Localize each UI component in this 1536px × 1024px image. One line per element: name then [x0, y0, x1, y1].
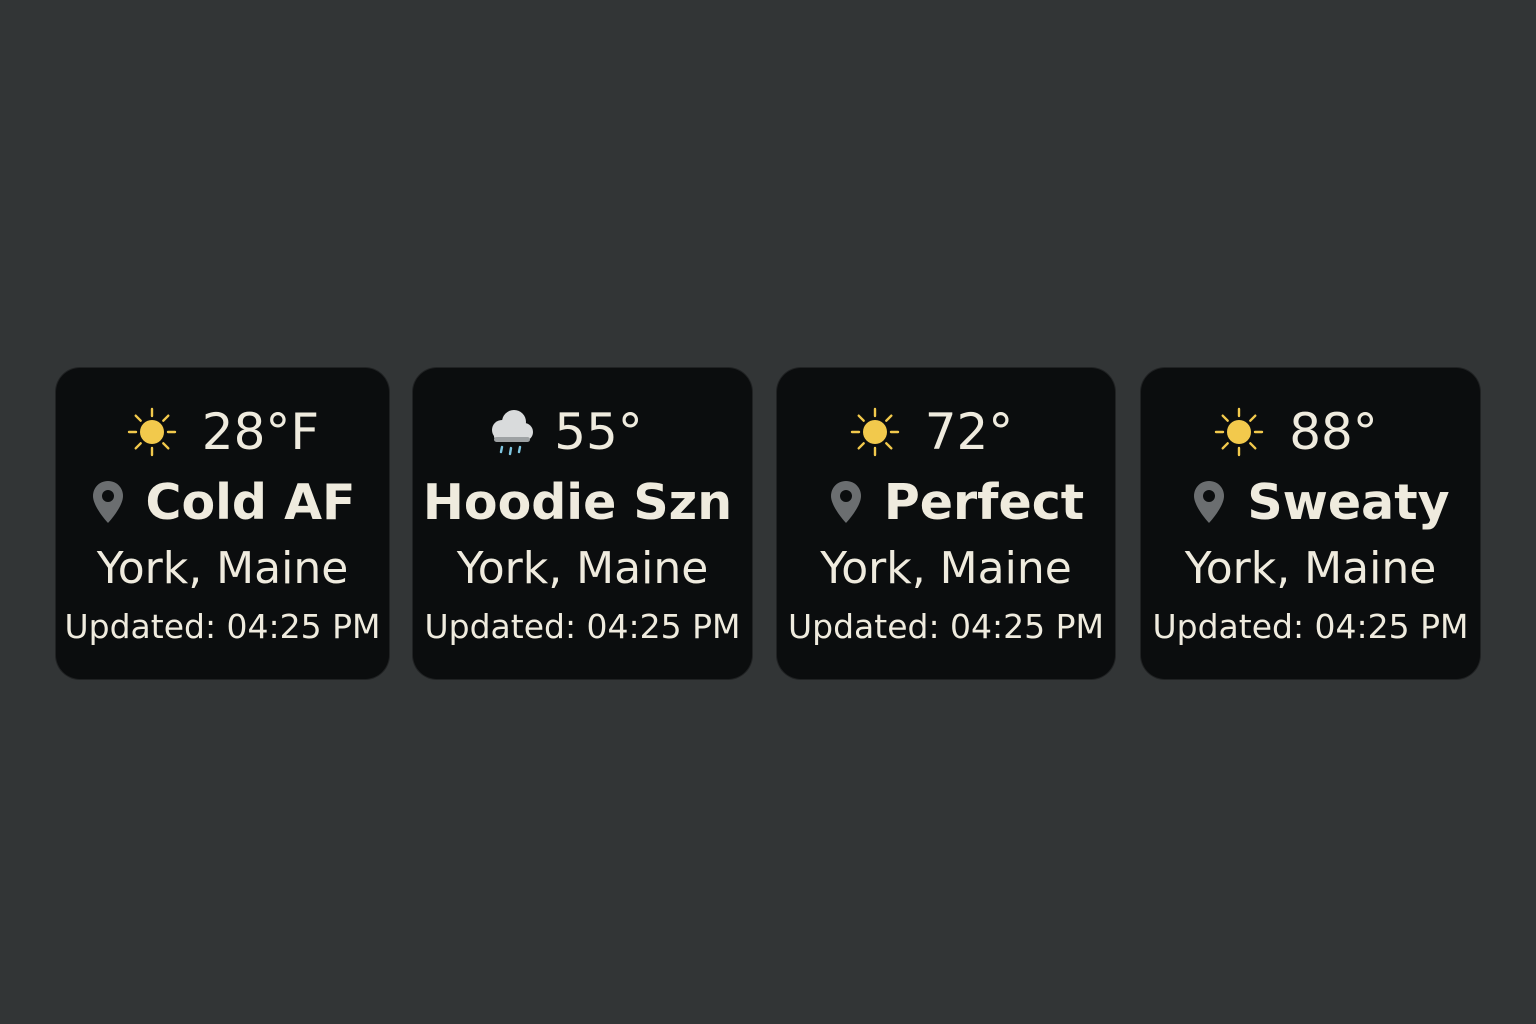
city-label: York, Maine — [820, 542, 1072, 594]
mood-row: Sweaty — [1141, 473, 1480, 531]
mood-row: Hoodie Szn — [413, 473, 752, 531]
updated-timestamp: Updated: 04:25 PM — [424, 606, 741, 646]
weather-widget-sweaty[interactable]: 88° Sweaty York, Maine Updated: 04:25 PM — [1141, 368, 1480, 679]
mood-label: Hoodie Szn — [422, 473, 733, 531]
weather-widget-perfect[interactable]: 72° Perfect York, Maine Updated: 04:25 P… — [777, 368, 1115, 679]
weather-widget-cold[interactable]: 28°F Cold AF York, Maine Updated: 04:25 … — [56, 368, 389, 679]
temperature-row: 72° — [777, 403, 1115, 461]
location-pin-icon — [90, 479, 126, 525]
mood-row: Cold AF — [56, 473, 389, 531]
location-pin-icon — [828, 479, 864, 525]
rain-cloud-icon — [482, 404, 538, 460]
city-label: York, Maine — [456, 542, 709, 594]
sun-icon — [126, 406, 178, 458]
mood-label: Cold AF — [145, 473, 356, 531]
temperature-value: 72° — [924, 403, 1014, 461]
sun-icon — [1213, 406, 1265, 458]
temperature-row: 55° — [413, 403, 752, 461]
city-label: York, Maine — [96, 542, 349, 594]
city-label: York, Maine — [1184, 542, 1437, 594]
updated-timestamp: Updated: 04:25 PM — [1152, 606, 1469, 646]
sun-icon — [849, 406, 901, 458]
temperature-row: 88° — [1141, 403, 1480, 461]
weather-widget-row: 28°F Cold AF York, Maine Updated: 04:25 … — [0, 0, 1536, 1024]
temperature-value: 55° — [554, 403, 643, 461]
mood-label: Perfect — [883, 473, 1085, 531]
weather-widget-hoodie[interactable]: 55° Hoodie Szn York, Maine Updated: 04:2… — [413, 368, 752, 679]
temperature-row: 28°F — [56, 403, 389, 461]
temperature-value: 28°F — [201, 403, 320, 461]
updated-timestamp: Updated: 04:25 PM — [787, 606, 1105, 646]
mood-label: Sweaty — [1247, 473, 1450, 531]
temperature-value: 88° — [1289, 403, 1378, 461]
updated-timestamp: Updated: 04:25 PM — [64, 606, 381, 646]
location-pin-icon — [1191, 479, 1227, 525]
mood-row: Perfect — [777, 473, 1115, 531]
